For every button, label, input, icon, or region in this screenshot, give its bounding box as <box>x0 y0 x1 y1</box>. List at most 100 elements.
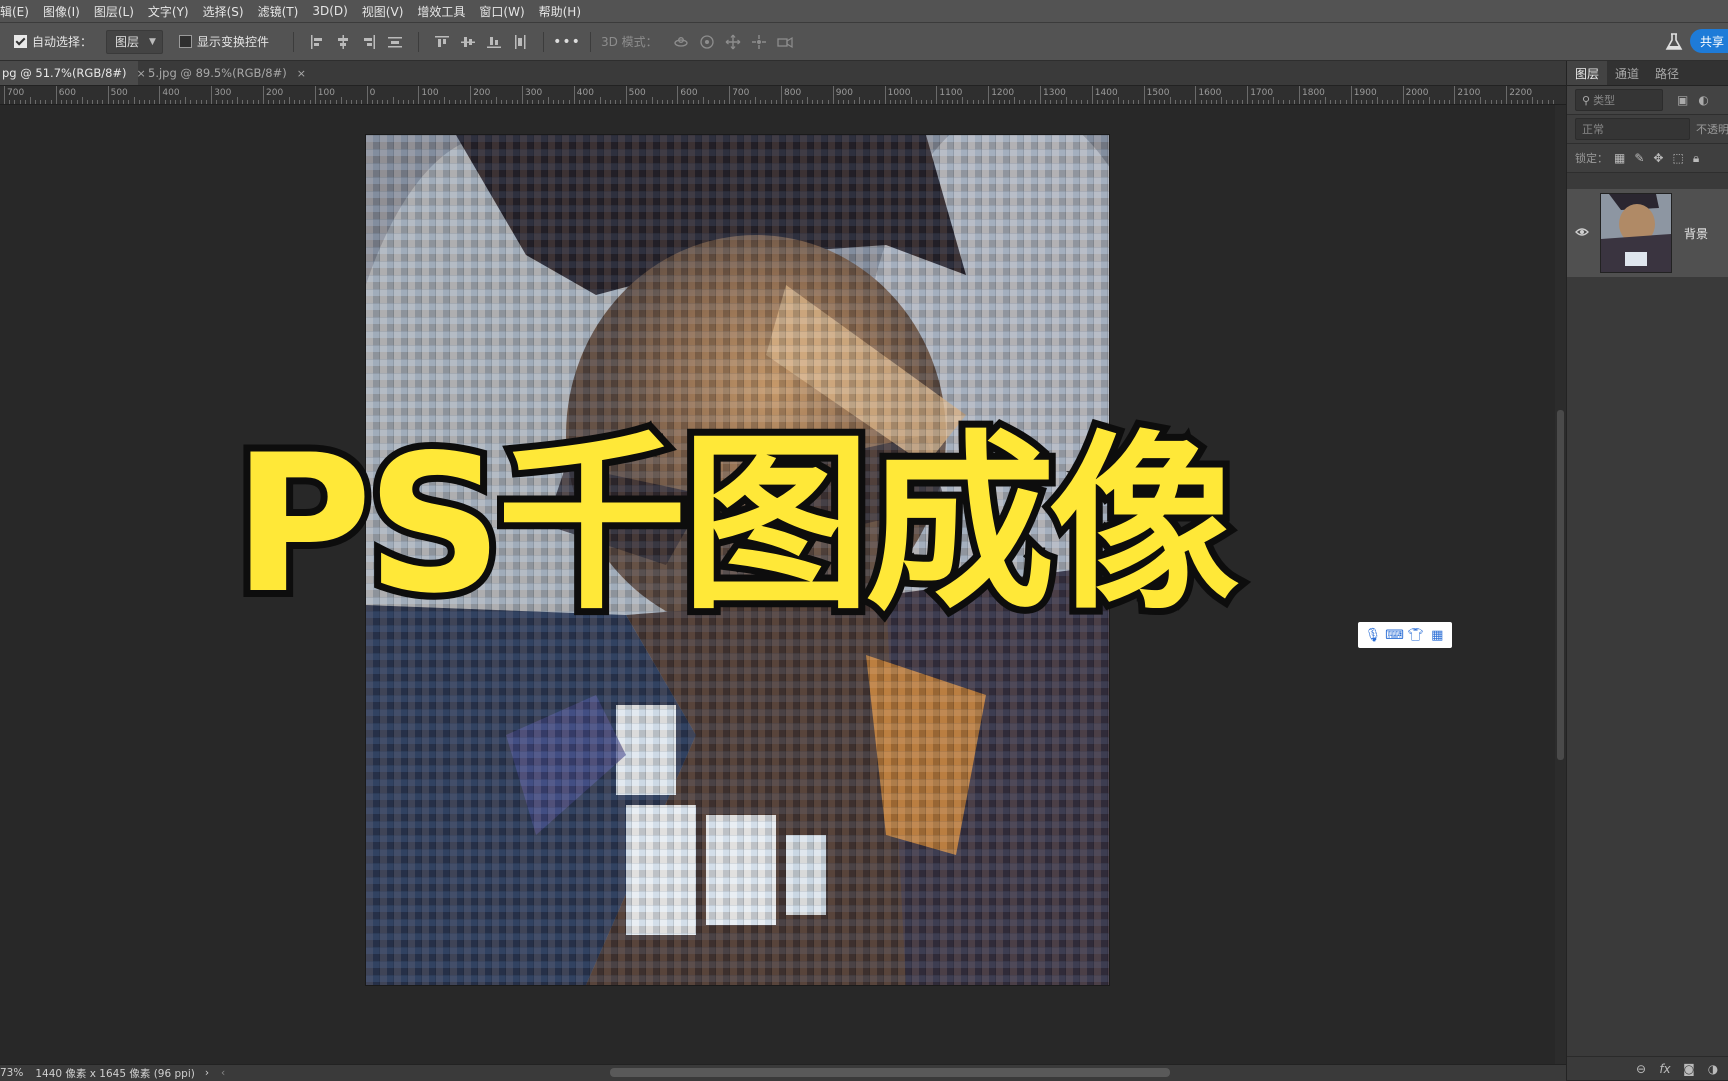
tab-paths[interactable]: 路径 <box>1647 61 1687 85</box>
ruler-minor-tick <box>584 100 586 104</box>
chevron-right-icon[interactable]: › <box>205 1067 209 1079</box>
menu-help[interactable]: 帮助(H) <box>532 3 588 20</box>
ruler-minor-tick <box>812 100 814 104</box>
close-icon[interactable]: × <box>297 67 306 80</box>
align-vcenter-icon[interactable] <box>460 34 476 50</box>
ruler-label: 100 <box>421 88 439 98</box>
ruler-minor-tick <box>1029 100 1031 104</box>
zoom-readout[interactable]: 73% <box>0 1067 23 1079</box>
orbit-3d-icon[interactable] <box>673 34 689 50</box>
image-filter-icon[interactable]: ▣ <box>1677 93 1688 107</box>
ruler-minor-tick <box>330 100 332 104</box>
lock-pixels-icon[interactable]: ✎ <box>1634 151 1644 165</box>
menu-filter[interactable]: 滤镜(T) <box>251 3 306 20</box>
layer-filter-dropdown[interactable]: ⚲ 类型 <box>1575 89 1663 111</box>
ruler-minor-tick <box>1060 100 1062 104</box>
share-button[interactable]: 共享 <box>1690 29 1728 53</box>
ruler-tick <box>625 86 627 104</box>
align-hcenter-icon[interactable] <box>335 34 351 50</box>
link-icon[interactable]: ⊖ <box>1629 1062 1653 1076</box>
mask-icon[interactable]: ◙ <box>1677 1062 1701 1076</box>
menu-layer[interactable]: 图层(L) <box>87 3 141 20</box>
pan-3d-icon[interactable] <box>725 34 741 50</box>
skin-icon[interactable]: 👕︎ <box>1407 628 1425 643</box>
align-left-icon[interactable] <box>309 34 325 50</box>
ruler-minor-tick <box>869 100 871 104</box>
lock-transparent-icon[interactable]: ▦ <box>1614 151 1625 165</box>
ruler-minor-tick <box>1096 100 1098 104</box>
tab-document-2[interactable]: 5.jpg @ 89.5%(RGB/8#) × <box>140 61 308 85</box>
distribute-horizontal-icon[interactable] <box>512 34 528 50</box>
roll-3d-icon[interactable] <box>699 34 715 50</box>
camera-3d-icon[interactable] <box>777 34 793 50</box>
ruler-minor-tick <box>843 100 845 104</box>
ruler-label: 1500 <box>1146 88 1170 98</box>
menu-3d[interactable]: 3D(D) <box>305 4 354 18</box>
eye-icon[interactable] <box>1575 225 1589 239</box>
lock-artboard-icon[interactable]: ⬚ <box>1672 151 1683 165</box>
status-bar: 73% 1440 像素 x 1645 像素 (96 ppi) › ‹ <box>0 1064 1566 1081</box>
microphone-icon[interactable]: 🎙︎ <box>1364 628 1382 643</box>
tab-layers-label: 图层 <box>1575 66 1600 81</box>
ruler-minor-tick <box>672 100 674 104</box>
lock-position-icon[interactable]: ✥ <box>1653 151 1663 165</box>
ruler-minor-tick <box>1138 100 1140 104</box>
ruler-minor-tick <box>1309 100 1311 104</box>
menu-view[interactable]: 视图(V) <box>355 3 411 20</box>
horizontal-ruler[interactable]: 700 600 500 400 300 200 100 0 100 200 300 400 500 600… <box>0 86 1566 105</box>
ruler-minor-tick <box>226 100 228 104</box>
adjustment-icon[interactable]: ◑ <box>1701 1062 1725 1076</box>
ruler-minor-tick <box>164 100 166 104</box>
ruler-minor-tick <box>1480 97 1482 104</box>
ruler-minor-tick <box>1283 100 1285 104</box>
document-tab-bar: pg @ 51.7%(RGB/8#) × 5.jpg @ 89.5%(RGB/8… <box>0 61 1566 86</box>
ruler-minor-tick <box>29 97 31 104</box>
tab-document-1[interactable]: pg @ 51.7%(RGB/8#) × <box>0 61 146 85</box>
show-transform-checkbox[interactable] <box>178 35 192 48</box>
fx-icon[interactable]: fx <box>1653 1062 1677 1076</box>
align-right-icon[interactable] <box>361 34 377 50</box>
ruler-minor-tick <box>392 97 394 104</box>
blend-mode-value: 正常 <box>1582 123 1604 136</box>
ruler-minor-tick <box>931 100 933 104</box>
align-bottom-icon[interactable] <box>486 34 502 50</box>
flask-icon[interactable] <box>1664 32 1684 52</box>
ruler-tick <box>884 86 886 104</box>
horizontal-scrollbar-thumb[interactable] <box>610 1068 1170 1077</box>
ruler-minor-tick <box>1024 100 1026 104</box>
align-top-icon[interactable] <box>434 34 450 50</box>
slide-3d-icon[interactable] <box>751 34 767 50</box>
auto-select-target-dropdown[interactable]: 图层 ▼ <box>106 29 163 54</box>
auto-select-target-value: 图层 <box>115 35 140 49</box>
scrollbar-thumb[interactable] <box>1557 410 1564 760</box>
distribute-vertical-icon[interactable] <box>387 34 403 50</box>
layer-row-background[interactable]: 背景 <box>1567 189 1728 277</box>
menu-image[interactable]: 图像(I) <box>36 3 87 20</box>
tab-layers[interactable]: 图层 <box>1567 61 1608 85</box>
adjustment-filter-icon[interactable]: ◐ <box>1698 93 1708 107</box>
chevron-left-icon[interactable]: ‹ <box>221 1067 225 1079</box>
menu-plugins[interactable]: 增效工具 <box>410 3 472 20</box>
auto-select-checkbox[interactable] <box>14 35 27 48</box>
ruler-minor-tick <box>656 100 658 104</box>
menu-select[interactable]: 选择(S) <box>196 3 251 20</box>
search-icon: ⚲ <box>1582 93 1591 107</box>
menu-window[interactable]: 窗口(W) <box>472 3 531 20</box>
tab-channels[interactable]: 通道 <box>1607 61 1647 85</box>
divider <box>542 31 544 52</box>
ruler-minor-tick <box>547 97 549 104</box>
lock-all-icon[interactable]: 🔒︎ <box>1693 151 1699 166</box>
document-info: 1440 像素 x 1645 像素 (96 ppi) <box>35 1067 195 1080</box>
grid-icon[interactable]: ▦ <box>1428 628 1446 643</box>
more-options-icon[interactable]: ••• <box>553 34 580 50</box>
ruler-label: 1700 <box>1250 88 1274 98</box>
ruler-minor-tick <box>1102 100 1104 104</box>
keyboard-icon[interactable]: ⌨︎ <box>1385 628 1404 643</box>
ruler-minor-tick <box>1532 97 1534 104</box>
menu-edit[interactable]: 辑(E) <box>0 3 36 20</box>
ruler-label: 900 <box>835 88 853 98</box>
vertical-scrollbar[interactable] <box>1555 105 1566 1064</box>
blend-mode-dropdown[interactable]: 正常 <box>1575 118 1690 140</box>
ruler-minor-tick <box>273 100 275 104</box>
menu-type[interactable]: 文字(Y) <box>141 3 196 20</box>
